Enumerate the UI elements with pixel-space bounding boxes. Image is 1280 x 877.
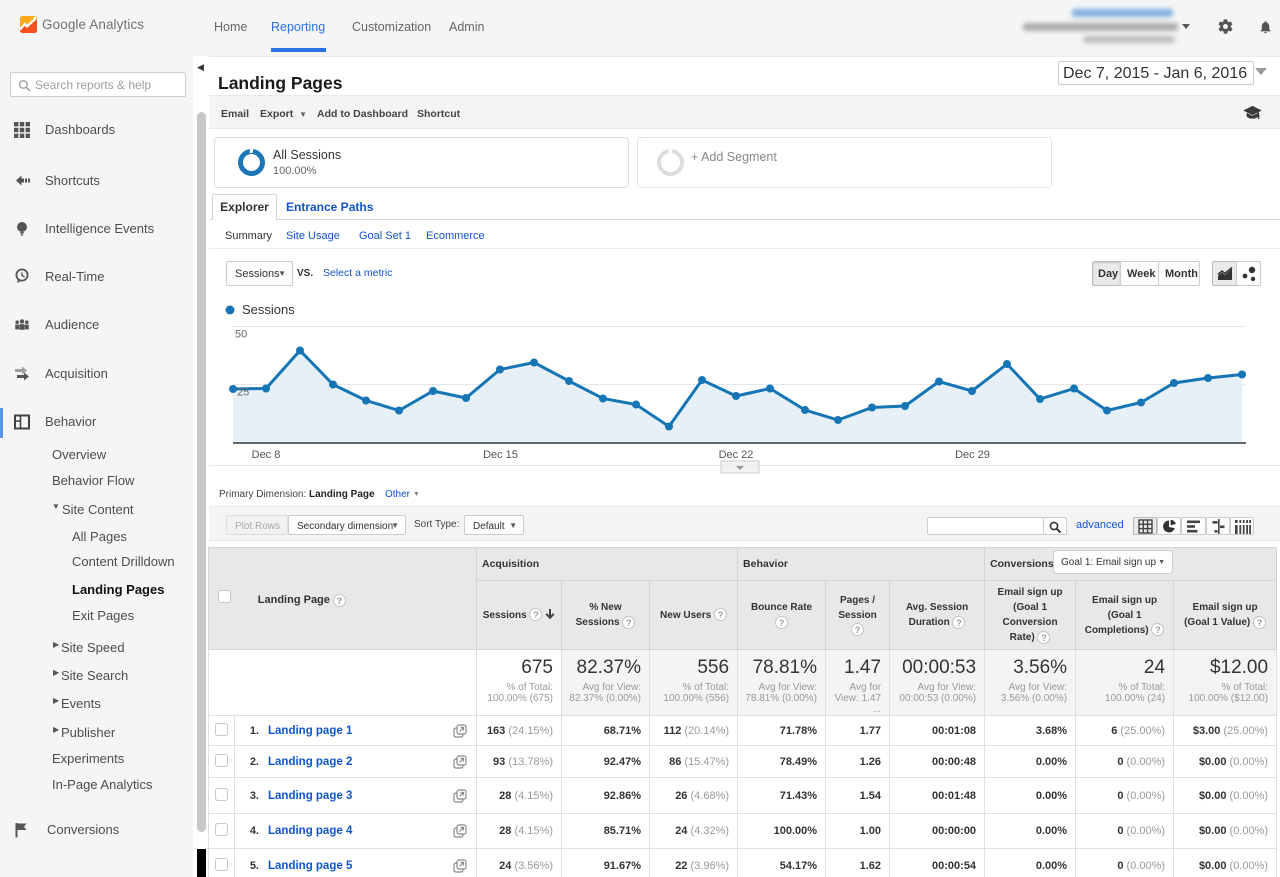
svg-text:Dec 8: Dec 8: [252, 449, 281, 461]
svg-text:25: 25: [237, 387, 249, 399]
svg-text:Sessions: Sessions: [242, 302, 295, 317]
svg-text:Dec 22: Dec 22: [719, 449, 754, 461]
svg-text:Dec 29: Dec 29: [955, 449, 990, 461]
svg-text:50: 50: [235, 329, 247, 341]
svg-text:Dec 15: Dec 15: [483, 449, 518, 461]
